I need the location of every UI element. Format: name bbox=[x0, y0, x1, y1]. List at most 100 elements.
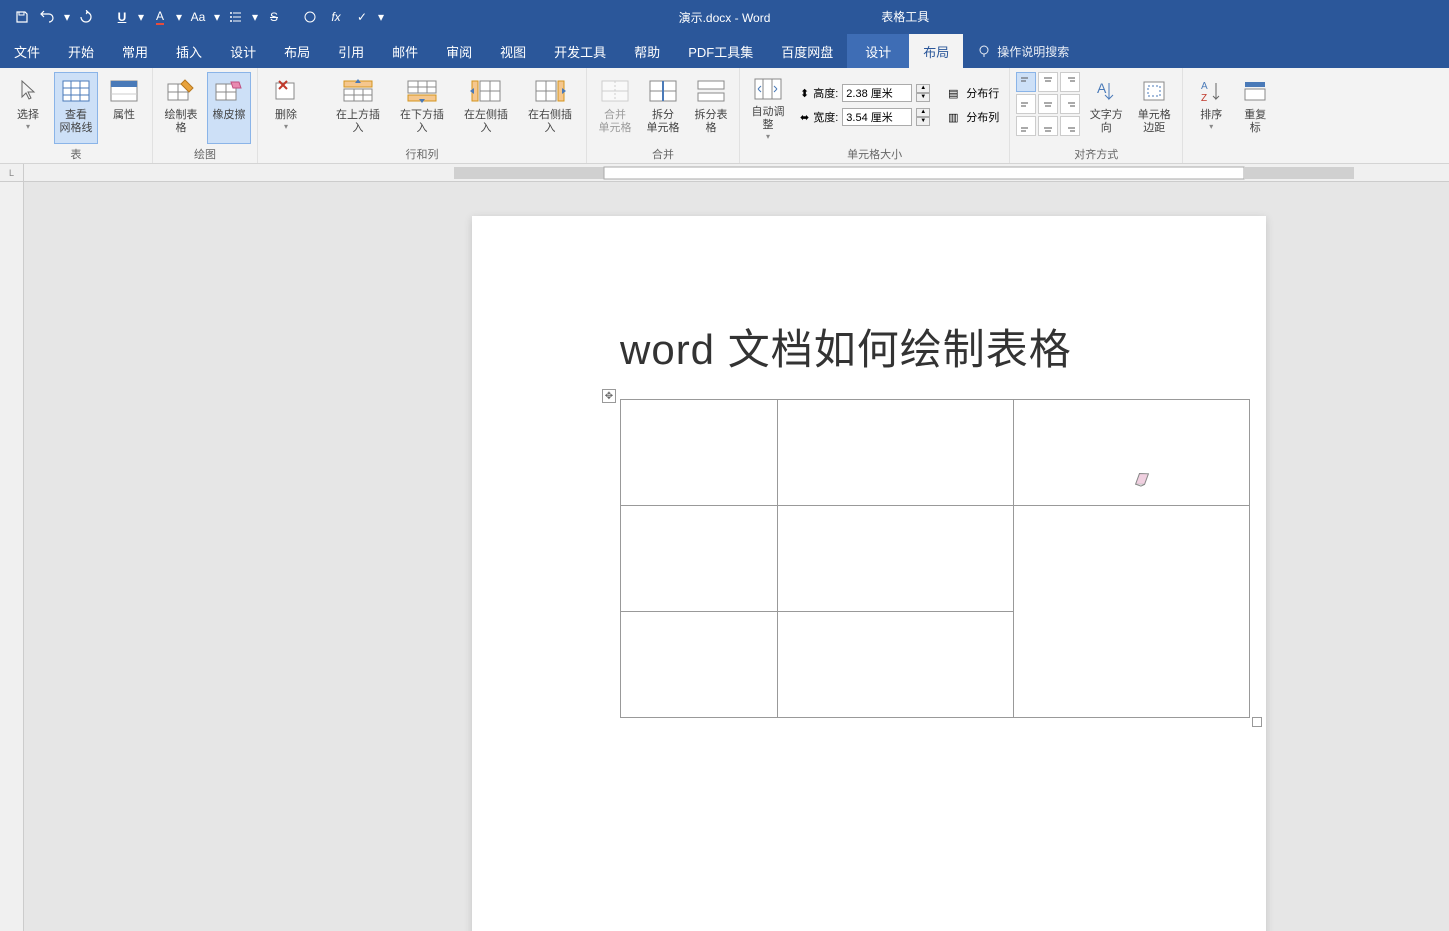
repeat-header-button[interactable]: 重复标 bbox=[1237, 72, 1273, 144]
align-top-right[interactable] bbox=[1060, 72, 1080, 92]
redo-button[interactable] bbox=[74, 5, 98, 29]
tab-baidu[interactable]: 百度网盘 bbox=[767, 34, 847, 68]
width-input[interactable] bbox=[842, 108, 912, 126]
tab-help[interactable]: 帮助 bbox=[620, 34, 674, 68]
tab-insert[interactable]: 插入 bbox=[162, 34, 216, 68]
sort-icon: AZ bbox=[1195, 75, 1227, 107]
split-cells-button[interactable]: 拆分 单元格 bbox=[641, 72, 685, 144]
tab-layout[interactable]: 布局 bbox=[270, 34, 324, 68]
tab-developer[interactable]: 开发工具 bbox=[540, 34, 620, 68]
table-cell[interactable] bbox=[777, 506, 1013, 612]
table-resize-handle[interactable] bbox=[1252, 717, 1262, 727]
insert-left-button[interactable]: 在左侧插入 bbox=[456, 72, 516, 144]
qat-more-dropdown[interactable]: ▾ bbox=[376, 5, 386, 29]
font-color-button[interactable]: A bbox=[148, 5, 172, 29]
width-up[interactable]: ▲ bbox=[916, 108, 930, 117]
split-cells-icon bbox=[647, 75, 679, 107]
table-cell[interactable] bbox=[1013, 400, 1249, 506]
tab-references[interactable]: 引用 bbox=[324, 34, 378, 68]
tab-pdf-tools[interactable]: PDF工具集 bbox=[674, 34, 767, 68]
distribute-rows-button[interactable]: ▤ 分布行 bbox=[940, 82, 1003, 104]
horizontal-ruler[interactable] bbox=[24, 164, 1449, 182]
text-direction-button[interactable]: A 文字方向 bbox=[1084, 72, 1128, 144]
tab-design[interactable]: 设计 bbox=[216, 34, 270, 68]
tab-table-design[interactable]: 设计 bbox=[847, 34, 909, 68]
document-table[interactable] bbox=[620, 399, 1250, 718]
delete-icon bbox=[270, 75, 302, 107]
merge-cells-button: 合并 单元格 bbox=[593, 72, 637, 144]
select-button[interactable]: 选择 ▾ bbox=[6, 72, 50, 144]
table-cell[interactable] bbox=[1013, 506, 1249, 718]
table-cell[interactable] bbox=[621, 612, 778, 718]
align-middle-left[interactable] bbox=[1016, 94, 1036, 114]
sort-button[interactable]: AZ 排序 ▾ bbox=[1189, 72, 1233, 144]
tab-table-layout[interactable]: 布局 bbox=[909, 34, 963, 68]
tab-file[interactable]: 文件 bbox=[0, 34, 54, 68]
ribbon-group-data: AZ 排序 ▾ 重复标 bbox=[1183, 68, 1279, 163]
ribbon-group-table: 选择 ▾ 查看 网格线 属性 表 bbox=[0, 68, 153, 163]
autofit-button[interactable]: 自动调整 ▾ bbox=[746, 72, 790, 144]
table-row[interactable] bbox=[621, 400, 1250, 506]
insert-below-button[interactable]: 在下方插入 bbox=[392, 72, 452, 144]
properties-button[interactable]: 属性 bbox=[102, 72, 146, 144]
table-row[interactable] bbox=[621, 506, 1250, 612]
font-color-dropdown[interactable]: ▾ bbox=[174, 5, 184, 29]
table-cell[interactable] bbox=[621, 400, 778, 506]
change-case-dropdown[interactable]: ▾ bbox=[212, 5, 222, 29]
shape-button[interactable] bbox=[298, 5, 322, 29]
text-direction-icon: A bbox=[1090, 75, 1122, 107]
align-bottom-center[interactable] bbox=[1038, 116, 1058, 136]
align-middle-center[interactable] bbox=[1038, 94, 1058, 114]
eraser-button[interactable]: 橡皮擦 bbox=[207, 72, 251, 144]
strikethrough-button[interactable]: S bbox=[262, 5, 286, 29]
tab-mailings[interactable]: 邮件 bbox=[378, 34, 432, 68]
distribute-cols-button[interactable]: ▥ 分布列 bbox=[940, 106, 1003, 128]
ruler-corner: L bbox=[0, 164, 24, 182]
autofit-icon bbox=[752, 75, 784, 104]
cursor-icon bbox=[12, 75, 44, 107]
delete-button[interactable]: 删除 ▾ bbox=[264, 72, 308, 144]
align-bottom-left[interactable] bbox=[1016, 116, 1036, 136]
insert-right-button[interactable]: 在右侧插入 bbox=[520, 72, 580, 144]
check-button[interactable]: ✓ bbox=[350, 5, 374, 29]
height-up[interactable]: ▲ bbox=[916, 84, 930, 93]
lightbulb-icon bbox=[977, 44, 991, 58]
underline-dropdown[interactable]: ▾ bbox=[136, 5, 146, 29]
width-down[interactable]: ▼ bbox=[916, 117, 930, 126]
table-cell[interactable] bbox=[777, 400, 1013, 506]
tab-view[interactable]: 视图 bbox=[486, 34, 540, 68]
gridlines-icon bbox=[60, 75, 92, 107]
tell-me-search[interactable]: 操作说明搜索 bbox=[963, 34, 1069, 68]
document-title: 演示.docx - Word bbox=[679, 9, 771, 26]
quick-access-toolbar: ▾ U ▾ A ▾ Aa ▾ ▾ S fx ✓ ▾ bbox=[0, 5, 386, 29]
height-input[interactable] bbox=[842, 84, 912, 102]
cell-margins-button[interactable]: 单元格 边距 bbox=[1132, 72, 1176, 144]
formula-button[interactable]: fx bbox=[324, 5, 348, 29]
align-bottom-right[interactable] bbox=[1060, 116, 1080, 136]
draw-table-button[interactable]: 绘制表格 bbox=[159, 72, 203, 144]
document-heading[interactable]: word 文档如何绘制表格 bbox=[620, 316, 1118, 377]
undo-button[interactable] bbox=[36, 5, 60, 29]
align-top-left[interactable] bbox=[1016, 72, 1036, 92]
table-cell[interactable] bbox=[777, 612, 1013, 718]
vertical-ruler[interactable] bbox=[0, 182, 24, 931]
change-case-button[interactable]: Aa bbox=[186, 5, 210, 29]
table-cell[interactable] bbox=[621, 506, 778, 612]
split-table-button[interactable]: 拆分表格 bbox=[689, 72, 733, 144]
height-down[interactable]: ▼ bbox=[916, 93, 930, 102]
underline-button[interactable]: U bbox=[110, 5, 134, 29]
tab-review[interactable]: 审阅 bbox=[432, 34, 486, 68]
undo-dropdown[interactable]: ▾ bbox=[62, 5, 72, 29]
insert-below-icon bbox=[406, 75, 438, 107]
save-button[interactable] bbox=[10, 5, 34, 29]
tab-home[interactable]: 开始 bbox=[54, 34, 108, 68]
list-dropdown[interactable]: ▾ bbox=[250, 5, 260, 29]
table-move-handle[interactable]: ✥ bbox=[602, 389, 616, 403]
tab-common[interactable]: 常用 bbox=[108, 34, 162, 68]
align-top-center[interactable] bbox=[1038, 72, 1058, 92]
document-canvas[interactable]: word 文档如何绘制表格 ✥ bbox=[24, 182, 1449, 931]
insert-above-button[interactable]: 在上方插入 bbox=[328, 72, 388, 144]
align-middle-right[interactable] bbox=[1060, 94, 1080, 114]
view-gridlines-button[interactable]: 查看 网格线 bbox=[54, 72, 98, 144]
list-button[interactable] bbox=[224, 5, 248, 29]
